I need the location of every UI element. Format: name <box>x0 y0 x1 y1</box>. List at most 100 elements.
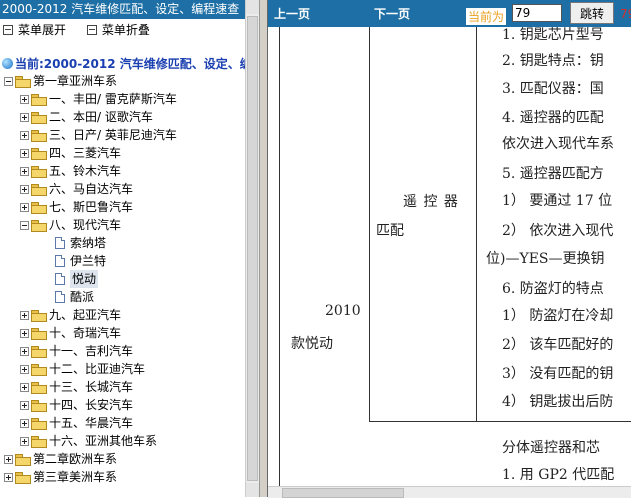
tree-item-brand[interactable]: 三、日产/ 英菲尼迪汽车 <box>20 126 177 144</box>
page-number-input[interactable] <box>512 4 562 22</box>
expand-toggle-icon[interactable] <box>20 310 29 320</box>
tree-item-model[interactable]: 伊兰特 <box>55 252 106 270</box>
folder-icon <box>31 345 47 358</box>
doc-line: 1） 防盗灯在冷却 <box>502 308 614 324</box>
globe-icon <box>2 58 13 69</box>
folder-icon <box>31 363 47 376</box>
expand-toggle-icon[interactable] <box>20 184 29 194</box>
menu-pane: 2000-2012 汽车维修匹配、设定、编程速查 菜单展开 菜单折叠 当前:20… <box>0 0 259 497</box>
page-icon <box>55 291 65 303</box>
expand-toggle-icon[interactable] <box>20 202 29 212</box>
tree-item-brand[interactable]: 十六、亚洲其他车系 <box>20 432 157 450</box>
tree-item-brand-hyundai[interactable]: 八、现代汽车 <box>20 216 121 234</box>
collapse-icon <box>86 25 97 35</box>
folder-icon <box>31 165 47 178</box>
document-page: 遥 控 器 匹配 2010 款悦动 1. 钥匙芯片型号 2. 钥匙特点：钥 3.… <box>268 27 631 486</box>
tree-item-brand[interactable]: 二、本田/ 讴歌汽车 <box>20 108 153 126</box>
doc-line: 依次进入现代车系 <box>502 136 614 152</box>
doc-line: 3） 没有匹配的钥 <box>502 366 614 382</box>
expand-toggle-icon[interactable] <box>4 454 13 464</box>
pane-splitter[interactable] <box>259 0 268 497</box>
tree-item-brand[interactable]: 五、铃木汽车 <box>20 162 121 180</box>
scroll-up-icon[interactable] <box>246 0 259 14</box>
expand-toggle-icon[interactable] <box>20 148 29 158</box>
tree-item-brand[interactable]: 九、起亚汽车 <box>20 306 121 324</box>
collapse-toggle-icon[interactable] <box>20 220 29 230</box>
tree-item-chapter3[interactable]: 第三章美洲车系 <box>4 468 117 486</box>
tree-item-brand[interactable]: 六、马自达汽车 <box>20 180 133 198</box>
folder-icon <box>31 93 47 106</box>
jump-button[interactable]: 跳转 <box>570 2 614 24</box>
folder-icon <box>31 147 47 160</box>
next-page-link[interactable]: 下一页 <box>374 5 410 22</box>
tree-item-brand[interactable]: 四、三菱汽车 <box>20 144 121 162</box>
document-scrollbar[interactable] <box>268 486 631 498</box>
tree-item-brand[interactable]: 一、丰田/ 雷克萨斯汽车 <box>20 90 177 108</box>
expand-toggle-icon[interactable] <box>4 472 13 482</box>
doc-line: 1） 要通过 17 位 <box>502 193 613 209</box>
menu-toolbar: 菜单展开 菜单折叠 <box>0 21 245 39</box>
page-icon <box>55 255 65 267</box>
tree-item-model[interactable]: 酷派 <box>55 288 94 306</box>
tree-item-brand[interactable]: 十五、华晨汽车 <box>20 414 133 432</box>
app-title: 2000-2012 汽车维修匹配、设定、编程速查 <box>0 0 247 19</box>
tree-item-chapter1[interactable]: 第一章亚洲车系 <box>4 72 117 90</box>
folder-icon <box>31 435 47 448</box>
expand-toggle-icon[interactable] <box>20 418 29 428</box>
doc-line: 分体遥控器和芯 <box>502 440 600 456</box>
table-border <box>476 27 477 421</box>
collapse-menu-button[interactable]: 菜单折叠 <box>84 21 150 39</box>
tree-item-brand[interactable]: 十三、长城汽车 <box>20 378 133 396</box>
doc-line: 3. 匹配仪器：国 <box>502 81 604 97</box>
category-label: 遥 控 器 <box>403 194 459 210</box>
table-border <box>279 27 280 486</box>
model-label: 款悦动 <box>291 336 333 352</box>
folder-icon <box>31 111 47 124</box>
expand-toggle-icon[interactable] <box>20 112 29 122</box>
folder-icon <box>31 309 47 322</box>
current-root[interactable]: 当前:2000-2012 汽车维修匹配、设定、编程速查 <box>2 56 247 72</box>
tree-item-chapter2[interactable]: 第二章欧洲车系 <box>4 450 117 468</box>
expand-toggle-icon[interactable] <box>20 364 29 374</box>
prev-page-link[interactable]: 上一页 <box>274 5 310 22</box>
folder-icon <box>15 453 31 466</box>
expand-toggle-icon[interactable] <box>20 328 29 338</box>
expand-toggle-icon[interactable] <box>20 94 29 104</box>
doc-line: 4. 遥控器的匹配 <box>502 110 604 126</box>
table-border <box>369 421 631 422</box>
expand-menu-button[interactable]: 菜单展开 <box>0 21 66 39</box>
doc-line: 位)—YES—更换钥 <box>486 251 605 267</box>
model-label: 2010 <box>325 303 361 319</box>
expand-toggle-icon[interactable] <box>20 346 29 356</box>
table-border <box>369 27 370 421</box>
folder-open-icon <box>31 219 47 232</box>
folder-icon <box>31 327 47 340</box>
tree-item-brand[interactable]: 十一、吉利汽车 <box>20 342 133 360</box>
scroll-thumb[interactable] <box>247 16 258 481</box>
tree-item-brand[interactable]: 十、奇瑞汽车 <box>20 324 121 342</box>
folder-icon <box>15 471 31 484</box>
tree-item-brand[interactable]: 十二、比亚迪汽车 <box>20 360 145 378</box>
current-page-label: 当前为 <box>466 8 507 25</box>
page-nav-bar: 上一页 下一页 当前为 跳转 79 <box>268 0 631 27</box>
doc-line: 1. 钥匙芯片型号 <box>502 27 604 43</box>
page-icon <box>55 237 65 249</box>
expand-toggle-icon[interactable] <box>20 382 29 392</box>
tree-item-model[interactable]: 索纳塔 <box>55 234 106 252</box>
expand-toggle-icon[interactable] <box>20 130 29 140</box>
menu-scrollbar[interactable] <box>245 0 259 497</box>
tree-item-model-selected[interactable]: 悦动 <box>55 270 99 288</box>
collapse-toggle-icon[interactable] <box>4 76 13 86</box>
expand-toggle-icon[interactable] <box>20 400 29 410</box>
tree-item-brand[interactable]: 七、斯巴鲁汽车 <box>20 198 133 216</box>
doc-line: 6. 防盗灯的特点 <box>502 281 604 297</box>
folder-icon <box>31 183 47 196</box>
page-number-display: 79 <box>620 7 631 21</box>
scroll-down-icon[interactable] <box>246 483 259 497</box>
doc-line: 2. 钥匙特点：钥 <box>502 53 604 69</box>
expand-toggle-icon[interactable] <box>20 436 29 446</box>
doc-line: 2） 依次进入现代 <box>502 223 614 239</box>
folder-icon <box>31 417 47 430</box>
expand-toggle-icon[interactable] <box>20 166 29 176</box>
tree-item-brand[interactable]: 十四、长安汽车 <box>20 396 133 414</box>
